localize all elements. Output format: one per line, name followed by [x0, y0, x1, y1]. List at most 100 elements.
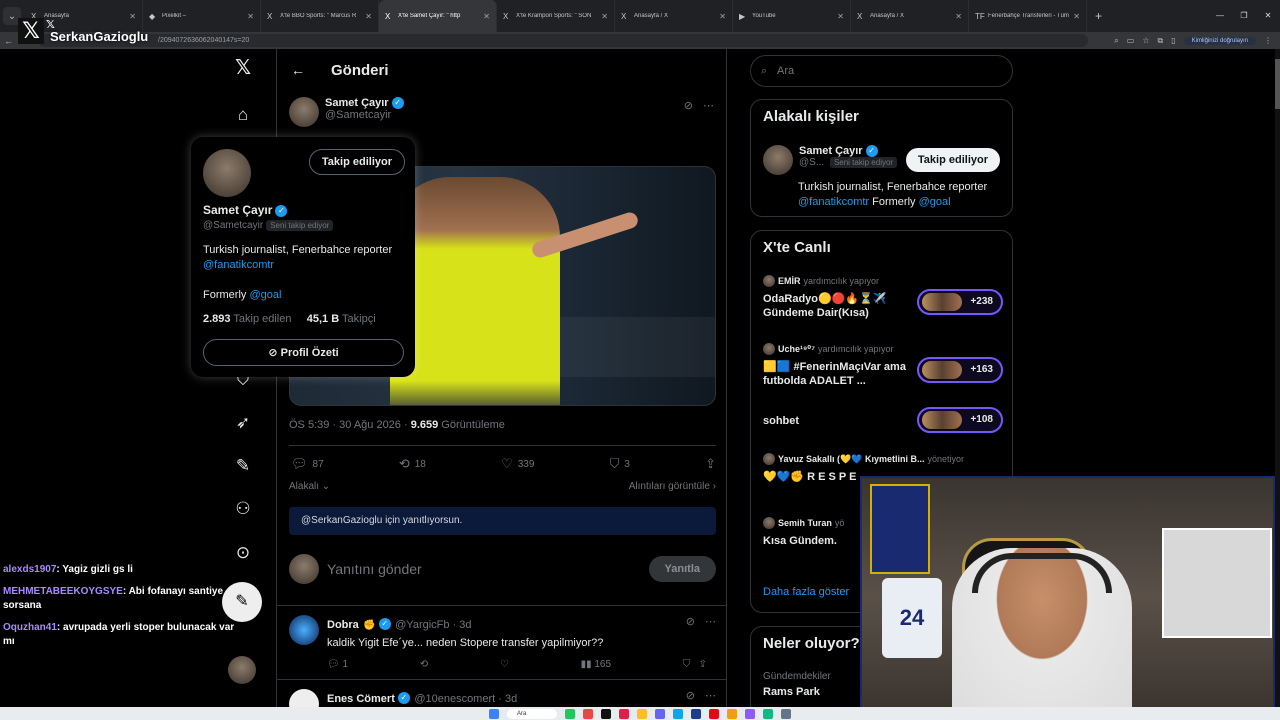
- view-quotes-link[interactable]: Alıntıları görüntüle ›: [629, 481, 716, 492]
- live-listeners-pill[interactable]: +238: [917, 289, 1003, 315]
- formerly-link[interactable]: @goal: [249, 289, 281, 301]
- related-formerly-link[interactable]: @goal: [919, 196, 951, 208]
- bio-mention-link[interactable]: @fanatikcomtr: [203, 259, 274, 271]
- reply-button[interactable]: Yanıtla: [648, 556, 716, 582]
- related-following-button[interactable]: Takip ediliyor: [905, 148, 1000, 172]
- reply-more-icon[interactable]: ⋯: [705, 615, 716, 628]
- more-icon[interactable]: ⊙: [232, 542, 254, 564]
- app-icon[interactable]: [565, 708, 575, 719]
- relevance-dropdown[interactable]: Alakalı ⌄: [289, 481, 330, 492]
- post-author[interactable]: Samet Çayır ✓ @Sametcayir: [289, 97, 404, 127]
- related-mention-link[interactable]: @fanatikcomtr: [798, 196, 869, 208]
- reply-item[interactable]: Dobra ✊ ✓ @YargicFb · 3d kaldik Yigit Efe…: [289, 615, 716, 670]
- grok-icon[interactable]: ⊘: [684, 99, 693, 112]
- tab-close-icon[interactable]: ✕: [719, 12, 726, 21]
- app-icon[interactable]: [709, 708, 719, 719]
- chrome-icon[interactable]: [637, 708, 647, 719]
- back-nav-icon[interactable]: ←: [4, 36, 13, 46]
- app-icon[interactable]: [727, 708, 737, 719]
- sidebar-icon[interactable]: ▯: [1171, 36, 1175, 45]
- tab-close-icon[interactable]: ✕: [601, 12, 608, 21]
- premium-rocket-icon[interactable]: ➶: [232, 412, 254, 434]
- browser-tab[interactable]: X Anasayfa / X ✕: [615, 0, 733, 32]
- app-icon[interactable]: [781, 708, 791, 719]
- related-avatar[interactable]: [763, 145, 793, 175]
- reply-input[interactable]: Yanıtını gönder: [327, 561, 649, 577]
- author-avatar[interactable]: [289, 97, 319, 127]
- related-person[interactable]: Samet Çayır ✓ @S... Seni takip ediyor: [763, 145, 898, 175]
- author-name[interactable]: Samet Çayır: [325, 97, 389, 109]
- grok-icon[interactable]: ⊘: [686, 689, 695, 702]
- share-action[interactable]: ⇪: [705, 456, 716, 472]
- browser-tab[interactable]: TF Fenerbahçe Transferleri - Tüm ✕: [969, 0, 1087, 32]
- tab-close-icon[interactable]: ✕: [129, 12, 136, 21]
- taskbar-search[interactable]: Ara: [507, 708, 557, 719]
- reply-like-action[interactable]: ♡: [500, 659, 509, 670]
- browser-tab[interactable]: X Anasayfa / X ✕: [851, 0, 969, 32]
- profile-icon[interactable]: ⚇: [232, 498, 254, 520]
- related-name[interactable]: Samet Çayır: [799, 145, 863, 157]
- reply-author-name[interactable]: Dobra: [327, 619, 359, 631]
- reply-avatar[interactable]: [289, 615, 319, 645]
- app-icon[interactable]: [745, 708, 755, 719]
- close-window-icon[interactable]: ✕: [1256, 0, 1280, 32]
- hovercard-name[interactable]: Samet Çayır: [203, 203, 272, 217]
- live-listeners-pill[interactable]: +108: [917, 407, 1003, 433]
- hovercard-handle[interactable]: @Sametcayir: [203, 220, 263, 231]
- app-icon[interactable]: [763, 708, 773, 719]
- tab-close-icon[interactable]: ✕: [1073, 12, 1080, 21]
- live-host[interactable]: EMİR: [778, 276, 801, 286]
- post-timestamp[interactable]: ÖS 5:39 · 30 Ağu 2026 ·: [289, 419, 408, 431]
- live-space-item[interactable]: Uche¹⁹⁰⁷ yardımcılık yapıyor 🟨🟦 #FenerinMa…: [763, 343, 1003, 388]
- tab-close-icon[interactable]: ✕: [955, 12, 962, 21]
- browser-tab[interactable]: X X'te Samet Çayır: " http ✕: [379, 0, 497, 32]
- app-icon[interactable]: [655, 708, 665, 719]
- live-space-item[interactable]: EMİR yardımcılık yapıyor OdaRadyo🟡🔴🔥⏳✈️ Gü…: [763, 275, 1003, 320]
- articles-icon[interactable]: ✎: [232, 455, 254, 477]
- browser-tab[interactable]: X X'te Krampon Sports: " SON ✕: [497, 0, 615, 32]
- reply-more-icon[interactable]: ⋯: [705, 689, 716, 702]
- live-listeners-pill[interactable]: +163: [917, 357, 1003, 383]
- app-icon[interactable]: [583, 708, 593, 719]
- reply-bookmark-action[interactable]: ⛉ ⇪: [683, 659, 707, 670]
- tab-close-icon[interactable]: ✕: [483, 12, 490, 21]
- reply-handle[interactable]: @YargicFb · 3d: [395, 619, 471, 631]
- show-more-link[interactable]: Daha fazla göster: [763, 586, 849, 598]
- app-icon[interactable]: [673, 708, 683, 719]
- x-home-logo-icon[interactable]: 𝕏: [232, 57, 254, 79]
- live-host[interactable]: Uche¹⁹⁰⁷: [778, 344, 815, 355]
- live-host[interactable]: Yavuz Sakallı (💛💙 Kıymetlini B...: [778, 454, 924, 465]
- app-icon[interactable]: [691, 708, 701, 719]
- zoom-icon[interactable]: ⌕: [1114, 36, 1118, 46]
- browser-menu-icon[interactable]: ⋮: [1264, 36, 1272, 45]
- bookmark-star-icon[interactable]: ☆: [1142, 36, 1149, 45]
- cast-icon[interactable]: ▭: [1127, 36, 1135, 45]
- hovercard-avatar[interactable]: [203, 149, 251, 197]
- browser-tab[interactable]: ▶ YouTube ✕: [733, 0, 851, 32]
- grok-icon[interactable]: ⊘: [686, 615, 695, 628]
- tab-close-icon[interactable]: ✕: [837, 12, 844, 21]
- new-tab-button[interactable]: +: [1095, 9, 1102, 23]
- hovercard-following-button[interactable]: Takip ediliyor: [308, 149, 405, 175]
- url-field[interactable]: /2094072636062040147s=20: [38, 34, 1088, 47]
- verify-identity-button[interactable]: Kimliğinizi doğrulayın: [1183, 36, 1256, 45]
- tab-close-icon[interactable]: ✕: [365, 12, 372, 21]
- home-icon[interactable]: ⌂: [232, 104, 254, 126]
- live-space-item[interactable]: sohbet +108: [763, 407, 1003, 433]
- app-icon[interactable]: [601, 708, 611, 719]
- minimize-icon[interactable]: —: [1208, 0, 1232, 32]
- reply-views-action[interactable]: ▮▮ 165: [581, 659, 611, 670]
- repost-action[interactable]: ⟲ 18: [399, 456, 426, 472]
- post-more-icon[interactable]: ⋯: [703, 99, 714, 112]
- app-icon[interactable]: [619, 708, 629, 719]
- reply-repost-action[interactable]: ⟲: [420, 659, 428, 670]
- browser-tab[interactable]: X X'te BBO Sports: " Marcus R ✕: [261, 0, 379, 32]
- account-avatar[interactable]: [228, 656, 256, 684]
- tab-close-icon[interactable]: ✕: [247, 12, 254, 21]
- page-scrollbar[interactable]: [1275, 49, 1280, 707]
- trend-item[interactable]: Rams Park: [763, 686, 820, 698]
- followers-stat[interactable]: 45,1 B Takipçi: [307, 313, 376, 325]
- like-action[interactable]: ♡ 339: [501, 456, 534, 472]
- extensions-icon[interactable]: ⧉: [1158, 36, 1164, 46]
- author-handle[interactable]: @Sametcayir: [325, 109, 404, 121]
